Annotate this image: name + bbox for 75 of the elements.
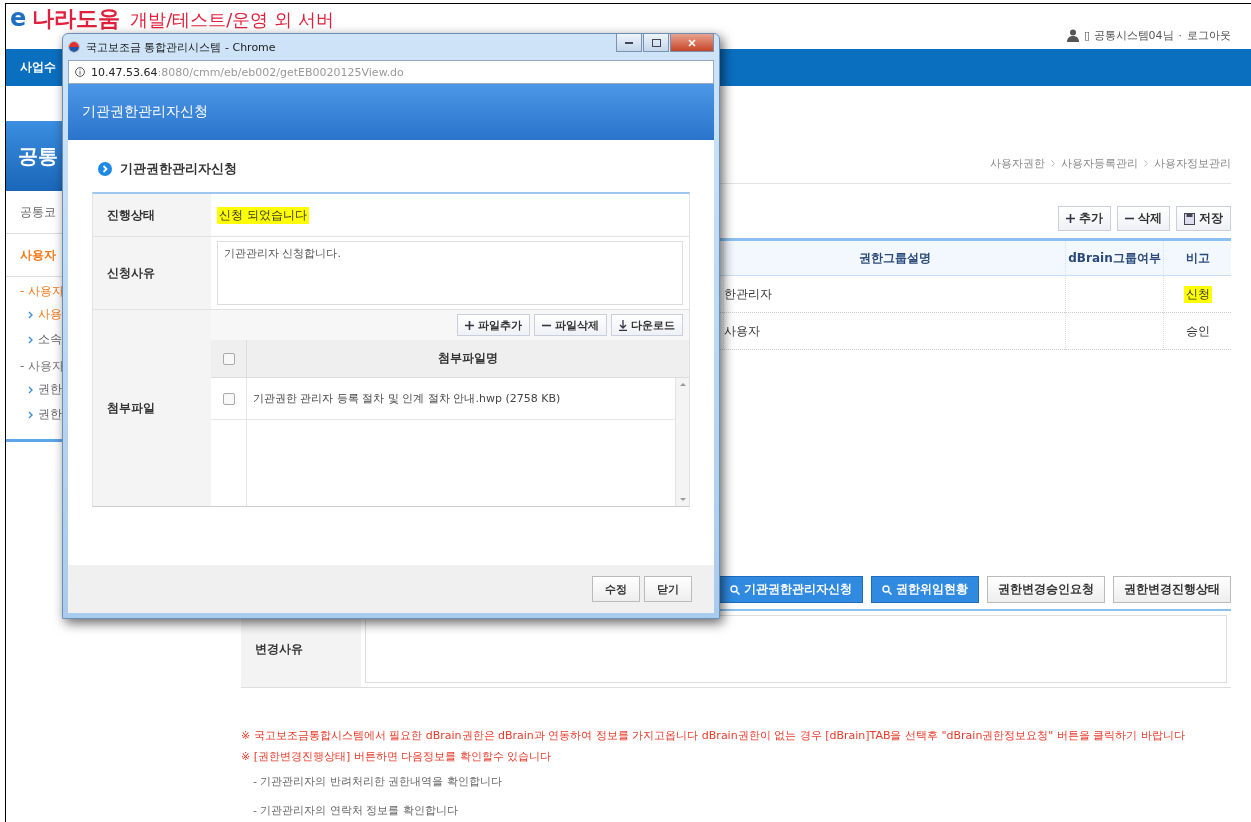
popup-button[interactable]: 닫기 <box>644 576 692 602</box>
file-button[interactable]: 다운로드 <box>611 314 683 336</box>
maximize-button[interactable] <box>643 34 669 52</box>
notice-text: - 기관관리자의 반려처리한 권한내역을 확인합니다 <box>252 774 503 790</box>
chevron-icon <box>28 310 33 319</box>
checkbox[interactable] <box>222 352 235 365</box>
search-icon <box>882 584 892 595</box>
logo-text: 나라도움 <box>32 6 121 32</box>
popup-header: 기관권한관리자신청 <box>68 84 714 140</box>
table-cell: 사용자 <box>724 322 760 340</box>
scroll-down-icon[interactable] <box>679 498 686 502</box>
column-header: 첨부파일명 <box>247 340 689 378</box>
notice-text: ※ [권한변경진행상태] 버튼하면 다음정보를 확인할수 있습니다 <box>241 749 553 764</box>
toolbar-button[interactable]: 추가 <box>1058 206 1111 231</box>
minus-icon <box>1125 217 1134 220</box>
breadcrumb-item[interactable]: 사용자권한 <box>990 156 1045 171</box>
info-icon <box>75 67 85 77</box>
toolbar-button[interactable]: 저장 <box>1176 206 1231 231</box>
chevron-icon <box>28 385 33 394</box>
table-cell: 한관리자 <box>724 285 772 303</box>
arrow-circle-icon <box>98 162 112 176</box>
column-header: dBrain그룹여부 <box>1065 241 1163 276</box>
file-button[interactable]: 파일추가 <box>457 314 530 336</box>
plus-icon <box>1066 214 1075 223</box>
logout-link[interactable]: 로그아웃 <box>1187 28 1231 43</box>
chevron-icon <box>1051 160 1055 167</box>
reason-textarea[interactable]: 기관관리자 신청합니다. <box>217 241 683 305</box>
user-icon <box>1066 29 1079 42</box>
popup-button[interactable]: 수정 <box>592 576 640 602</box>
form-label: 첨부파일 <box>93 310 211 506</box>
server-notice: 개발/테스트/운영 외 서버 <box>130 8 334 32</box>
checkbox[interactable] <box>222 392 235 405</box>
table-cell: 승인 <box>1185 322 1210 340</box>
minimize-icon <box>625 41 633 44</box>
action-button[interactable]: 기관권한관리자신청 <box>719 576 863 603</box>
plus-icon <box>465 320 474 330</box>
nav-item[interactable]: 사업수 <box>20 58 56 76</box>
chevron-icon <box>1144 160 1148 167</box>
table-cell: 신청 <box>1183 285 1212 303</box>
address-bar[interactable]: 10.47.53.64:8080/cmm/eb/eb002/getEB0020125View.do <box>68 60 714 84</box>
window-title: 국고보조금 통합관리시스템 - Chrome <box>86 39 277 55</box>
action-button[interactable]: 권한변경진행상태 <box>1113 576 1231 603</box>
sidebar-sub-item[interactable]: 권한 <box>38 406 62 423</box>
separator: · <box>1178 29 1182 42</box>
chevron-icon <box>28 335 33 344</box>
form-label: 진행상태 <box>93 194 211 237</box>
minus-icon <box>542 323 551 327</box>
sidebar-sub-item[interactable]: 권한 <box>38 381 62 398</box>
form-label: 신청사유 <box>93 237 211 310</box>
chevron-icon <box>28 410 33 419</box>
search-icon <box>730 584 740 595</box>
breadcrumb-item[interactable]: 사용자등록관리 <box>1061 156 1138 171</box>
scrollbar[interactable] <box>675 378 689 506</box>
emblem-icon <box>68 41 80 53</box>
file-name: 기관권한 관리자 등록 절차 및 인계 절차 안내.hwp (2758 KB) <box>253 391 561 406</box>
close-icon <box>688 38 696 47</box>
save-icon <box>1184 212 1195 225</box>
column-header: 권한그룹설명 <box>723 241 1065 276</box>
download-icon <box>619 319 627 331</box>
action-button[interactable]: 권한변경승인요청 <box>987 576 1105 603</box>
column-header: 비고 <box>1163 241 1231 276</box>
maximize-icon <box>651 38 661 47</box>
action-button[interactable]: 권한위임현황 <box>871 576 979 603</box>
scroll-up-icon[interactable] <box>679 382 686 386</box>
user-name: ▯ 공통시스템04님 <box>1083 28 1174 43</box>
toolbar-button[interactable]: 삭제 <box>1117 206 1170 231</box>
file-button[interactable]: 파일삭제 <box>534 314 607 336</box>
sidebar-sub-item[interactable]: 소속 <box>38 331 62 348</box>
status-text: 신청 되었습니다 <box>217 206 309 224</box>
minimize-button[interactable] <box>616 34 642 52</box>
logo-text: e <box>10 5 27 31</box>
breadcrumb-item[interactable]: 사용자정보관리 <box>1154 156 1231 171</box>
notice-text: ※ 국고보조금통합시스템에서 필요한 dBrain권한은 dBrain과 연동하여 정보를 가지고옵니다 dBrain권한이 없는 경우 [dBrain]TAB을 선택후 "dBrain권한정보요청" 버튼을 클릭하기 바랍니다 <box>241 728 1186 743</box>
input-field[interactable] <box>365 615 1227 683</box>
notice-text: - 기관관리자의 연락처 정보를 확인합니다 <box>252 803 459 819</box>
